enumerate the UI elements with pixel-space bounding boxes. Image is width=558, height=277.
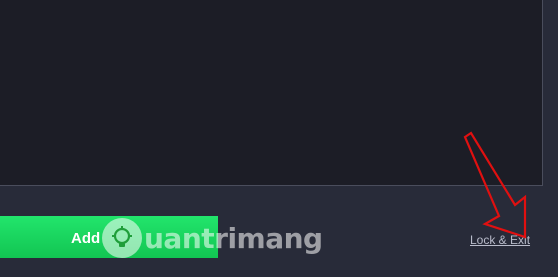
add-button-label: Add [71,229,101,247]
add-button[interactable]: Add [0,216,218,258]
lock-exit-link[interactable]: Lock & Exit [470,233,530,247]
right-gutter [543,0,558,200]
list-panel [0,0,543,186]
